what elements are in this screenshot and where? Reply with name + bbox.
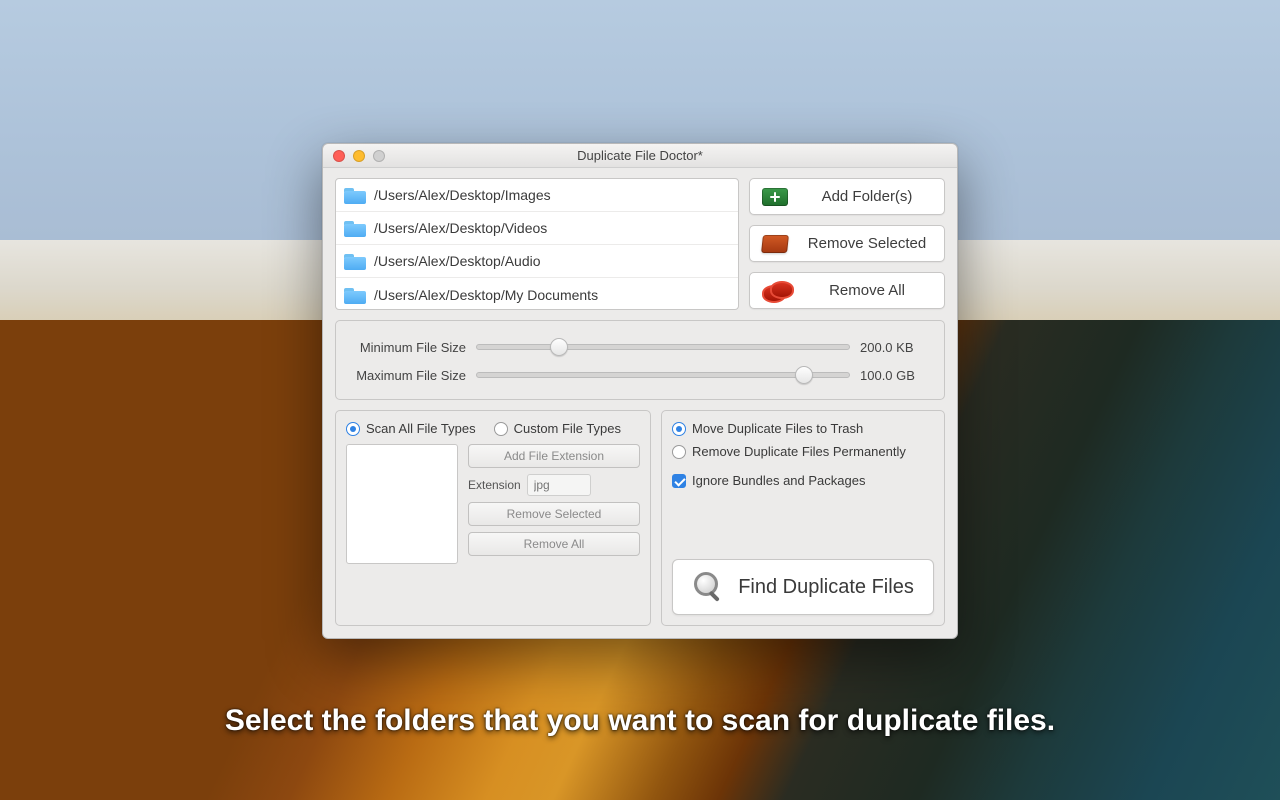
add-folders-button[interactable]: Add Folder(s)	[749, 178, 945, 215]
remove-all-button[interactable]: Remove All	[749, 272, 945, 309]
checkbox-icon	[672, 474, 686, 488]
size-filter-section: Minimum File Size 200.0 KB Maximum File …	[335, 320, 945, 400]
file-types-section: Scan All File Types Custom File Types Ad…	[335, 410, 651, 626]
folder-list-item[interactable]: /Users/Alex/Desktop/Images	[336, 179, 738, 212]
window-title: Duplicate File Doctor*	[323, 148, 957, 163]
folder-list[interactable]: /Users/Alex/Desktop/Images /Users/Alex/D…	[335, 178, 739, 310]
radio-scan-all[interactable]: Scan All File Types	[346, 421, 476, 436]
checkbox-ignore-bundles[interactable]: Ignore Bundles and Packages	[672, 473, 934, 488]
radio-move-to-trash[interactable]: Move Duplicate Files to Trash	[672, 421, 934, 436]
add-extension-button[interactable]: Add File Extension	[468, 444, 640, 468]
extension-list[interactable]	[346, 444, 458, 564]
folder-list-item[interactable]: /Users/Alex/Desktop/Audio	[336, 245, 738, 278]
extension-label: Extension	[468, 478, 521, 492]
min-size-label: Minimum File Size	[350, 340, 466, 355]
extension-input[interactable]	[527, 474, 591, 496]
options-section: Move Duplicate Files to Trash Remove Dup…	[661, 410, 945, 626]
folder-icon	[344, 186, 366, 204]
folder-minus-icon	[761, 235, 789, 253]
folder-list-item[interactable]: /Users/Alex/Desktop/My Documents	[336, 278, 738, 310]
remove-extension-selected-button[interactable]: Remove Selected	[468, 502, 640, 526]
radio-remove-permanently[interactable]: Remove Duplicate Files Permanently	[672, 444, 934, 459]
slider-knob[interactable]	[550, 338, 568, 356]
min-size-slider[interactable]	[476, 344, 850, 350]
radio-icon	[672, 422, 686, 436]
titlebar: Duplicate File Doctor*	[323, 144, 957, 168]
remove-all-icon	[762, 281, 788, 301]
folder-path: /Users/Alex/Desktop/Images	[374, 187, 551, 203]
remove-selected-button[interactable]: Remove Selected	[749, 225, 945, 262]
folder-icon	[344, 219, 366, 237]
folder-icon	[344, 286, 366, 304]
max-size-value: 100.0 GB	[860, 368, 930, 383]
radio-custom-types[interactable]: Custom File Types	[494, 421, 621, 436]
slider-knob[interactable]	[795, 366, 813, 384]
app-window: Duplicate File Doctor* /Users/Alex/Deskt…	[322, 143, 958, 639]
radio-icon	[494, 422, 508, 436]
folder-path: /Users/Alex/Desktop/My Documents	[374, 287, 598, 303]
max-size-label: Maximum File Size	[350, 368, 466, 383]
max-size-slider[interactable]	[476, 372, 850, 378]
min-size-value: 200.0 KB	[860, 340, 930, 355]
folder-icon	[344, 252, 366, 270]
folder-path: /Users/Alex/Desktop/Audio	[374, 253, 541, 269]
remove-extension-all-button[interactable]: Remove All	[468, 532, 640, 556]
find-duplicates-button[interactable]: Find Duplicate Files	[672, 559, 934, 615]
folder-plus-icon	[762, 188, 788, 206]
folder-path: /Users/Alex/Desktop/Videos	[374, 220, 547, 236]
magnifier-icon	[692, 572, 722, 602]
radio-icon	[346, 422, 360, 436]
folder-list-item[interactable]: /Users/Alex/Desktop/Videos	[336, 212, 738, 245]
promo-caption: Select the folders that you want to scan…	[0, 704, 1280, 738]
radio-icon	[672, 445, 686, 459]
